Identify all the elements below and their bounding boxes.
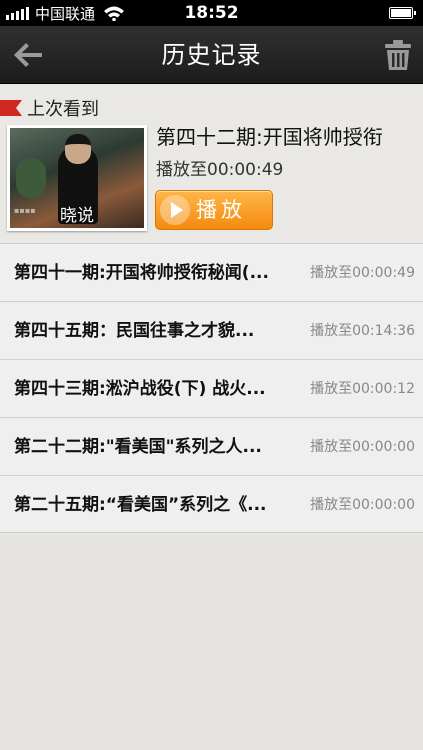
history-item-progress: 播放至00:00:00 [310, 497, 415, 513]
play-icon [160, 195, 190, 225]
history-item[interactable]: 第二十五期:“看美国”系列之《... 播放至00:00:00 [0, 475, 423, 533]
history-item-title: 第四十五期：民国往事之才貌... [14, 321, 255, 341]
signal-strength-icon [6, 6, 29, 20]
page-title: 历史记录 [161, 41, 262, 69]
back-arrow-icon[interactable] [10, 38, 46, 72]
history-item-title: 第四十三期:淞沪战役(下) 战火... [14, 379, 266, 399]
history-item-progress: 播放至00:00:00 [310, 439, 415, 455]
navigation-bar: 历史记录 [0, 26, 423, 84]
trash-icon[interactable] [383, 38, 413, 72]
history-item[interactable]: 第二十二期:"看美国"系列之人... 播放至00:00:00 [0, 417, 423, 475]
history-item-progress: 播放至00:00:49 [310, 265, 415, 281]
history-item[interactable]: 第四十三期:淞沪战役(下) 战火... 播放至00:00:12 [0, 359, 423, 417]
battery-icon [389, 7, 416, 19]
thumbnail-caption: 晓说 [60, 206, 94, 226]
history-item-title: 第四十一期:开国将帅授衔秘闻(... [14, 263, 269, 283]
wifi-icon [104, 6, 125, 21]
status-bar: 中国联通 18:52 [0, 0, 423, 26]
history-item[interactable]: 第四十五期：民国往事之才貌... 播放至00:14:36 [0, 301, 423, 359]
last-watched-title: 第四十二期:开国将帅授衔 [156, 125, 383, 149]
history-item-title: 第二十五期:“看美国”系列之《... [14, 495, 267, 515]
last-watched-progress: 播放至00:00:49 [156, 160, 284, 180]
last-watched-tag: 上次看到 [0, 97, 99, 120]
history-item-progress: 播放至00:14:36 [310, 323, 415, 339]
play-button-label: 播放 [196, 198, 246, 222]
history-item-progress: 播放至00:00:12 [310, 381, 415, 397]
carrier-name: 中国联通 [35, 4, 96, 23]
flag-icon [0, 100, 22, 116]
history-list: 第四十一期:开国将帅授衔秘闻(... 播放至00:00:49 第四十五期：民国往… [0, 243, 423, 533]
history-item[interactable]: 第四十一期:开国将帅授衔秘闻(... 播放至00:00:49 [0, 243, 423, 301]
play-button[interactable]: 播放 [155, 190, 273, 230]
history-item-title: 第二十二期:"看美国"系列之人... [14, 437, 262, 457]
empty-background [0, 536, 423, 750]
last-watched-label: 上次看到 [27, 99, 99, 120]
last-watched-section: 上次看到 ▪▪▪▪ 晓说 第四十二期:开国将帅授衔 播放至00:00:49 播放 [0, 85, 423, 242]
video-thumbnail[interactable]: ▪▪▪▪ 晓说 [7, 125, 147, 231]
